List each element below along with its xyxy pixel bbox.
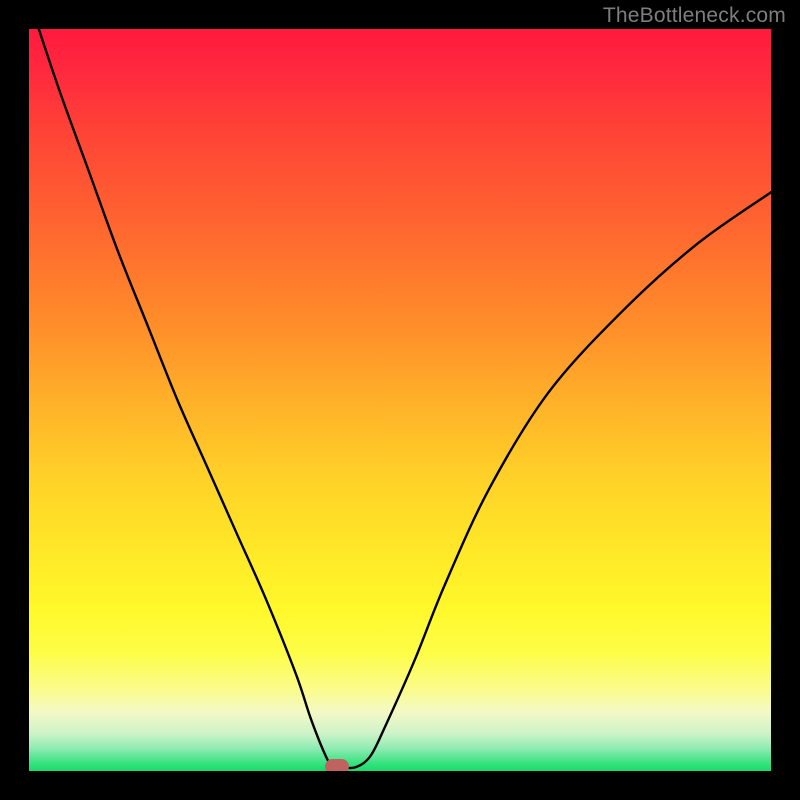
curve-layer — [29, 29, 771, 771]
chart-frame: TheBottleneck.com — [0, 0, 800, 800]
bottleneck-marker — [325, 759, 349, 771]
watermark-text: TheBottleneck.com — [603, 4, 786, 28]
bottleneck-curve — [29, 29, 771, 768]
plot-area — [29, 29, 771, 771]
